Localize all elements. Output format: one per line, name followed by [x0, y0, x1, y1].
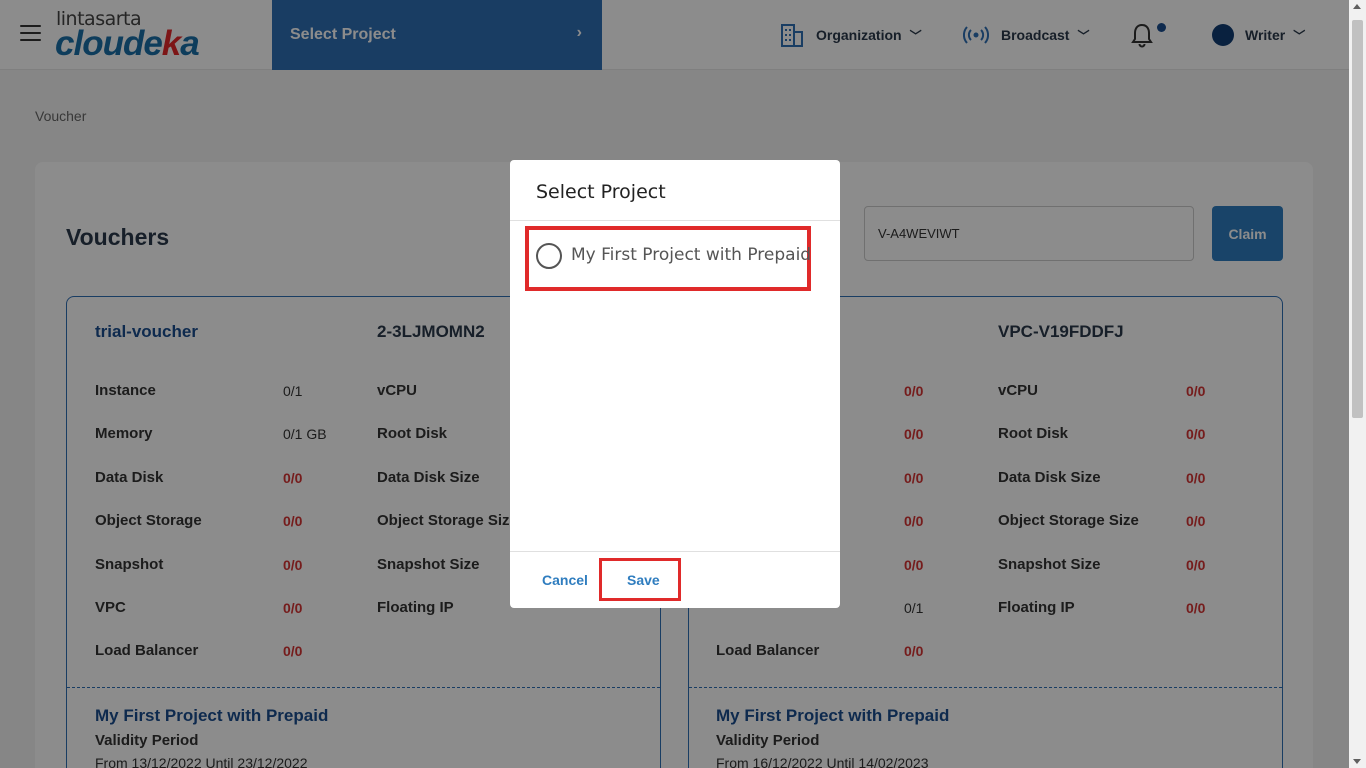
project-radio[interactable] — [536, 243, 562, 269]
page-scrollbar[interactable] — [1349, 0, 1366, 768]
project-option-label[interactable]: My First Project with Prepaid — [571, 245, 811, 265]
scroll-up-icon[interactable] — [1353, 4, 1361, 9]
dialog-title: Select Project — [536, 181, 666, 203]
cancel-button[interactable]: Cancel — [542, 572, 588, 588]
select-project-dialog: Select Project My First Project with Pre… — [510, 160, 840, 608]
divider — [510, 551, 840, 552]
scroll-down-icon[interactable] — [1353, 759, 1361, 764]
scrollbar-thumb[interactable] — [1352, 20, 1363, 418]
divider — [510, 220, 840, 221]
save-button[interactable]: Save — [627, 572, 660, 588]
